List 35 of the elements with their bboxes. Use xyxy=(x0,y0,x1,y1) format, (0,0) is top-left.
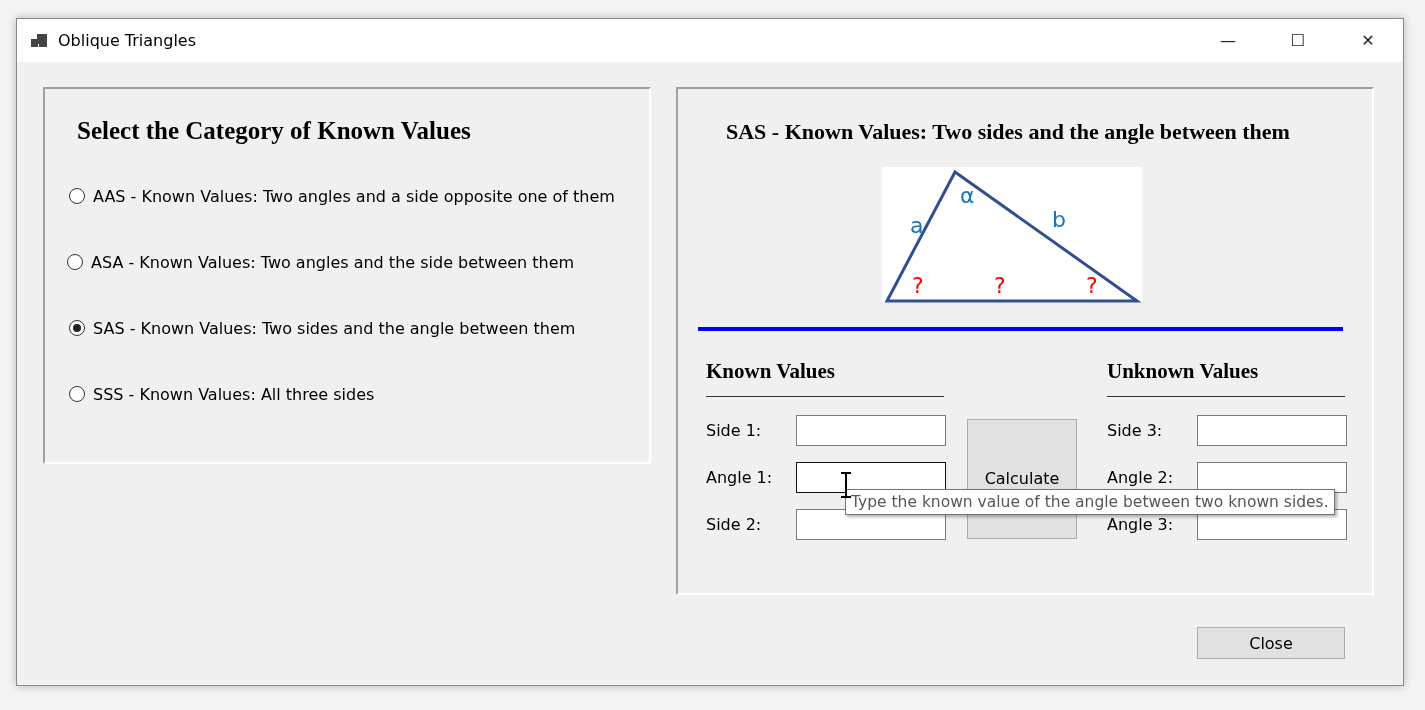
tooltip: Type the known value of the angle between two known sides. xyxy=(845,489,1335,515)
radio-button[interactable] xyxy=(69,320,85,336)
radio-option[interactable]: SAS - Known Values: Two sides and the angle between them xyxy=(69,315,649,341)
field-label: Side 2: xyxy=(706,515,763,534)
side-label: b xyxy=(1052,207,1066,232)
close-button[interactable]: ✕ xyxy=(1333,19,1403,62)
group-title: Select the Category of Known Values xyxy=(77,117,472,145)
unknown-mark: ? xyxy=(912,273,924,298)
unknown-values-heading: Unknown Values xyxy=(1107,359,1260,385)
field-label: Angle 2: xyxy=(1107,468,1175,487)
field-label: Angle 1: xyxy=(706,468,774,487)
radio-option[interactable]: ASA - Known Values: Two angles and the side between them xyxy=(67,249,649,275)
maximize-button[interactable]: ☐ xyxy=(1263,19,1333,62)
side-label: a xyxy=(910,213,924,238)
field-label: Angle 3: xyxy=(1107,515,1175,534)
radio-button[interactable] xyxy=(67,254,83,270)
radio-button[interactable] xyxy=(69,188,85,204)
input-field[interactable] xyxy=(796,462,946,493)
app-icon xyxy=(30,32,50,49)
unknown-mark: ? xyxy=(1086,273,1098,298)
input-field[interactable] xyxy=(796,415,946,446)
field-label: Side 1: xyxy=(706,421,763,440)
field-label: Side 3: xyxy=(1107,421,1164,440)
radio-option[interactable]: AAS - Known Values: Two angles and a side opposite one of them xyxy=(69,183,649,209)
text-cursor-icon xyxy=(840,472,852,498)
unknown-mark: ? xyxy=(994,273,1006,298)
minimize-button[interactable]: — xyxy=(1193,19,1263,62)
close-button[interactable]: Close xyxy=(1197,627,1345,659)
radio-button[interactable] xyxy=(69,386,85,402)
window-title: Oblique Triangles xyxy=(58,31,197,50)
input-field[interactable] xyxy=(1197,415,1347,446)
side-label: α xyxy=(960,183,975,208)
known-values-heading: Known Values xyxy=(706,359,836,385)
radio-option[interactable]: SSS - Known Values: All three sides xyxy=(69,381,649,407)
category-heading: SAS - Known Values: Two sides and the angle between them xyxy=(726,119,1291,145)
